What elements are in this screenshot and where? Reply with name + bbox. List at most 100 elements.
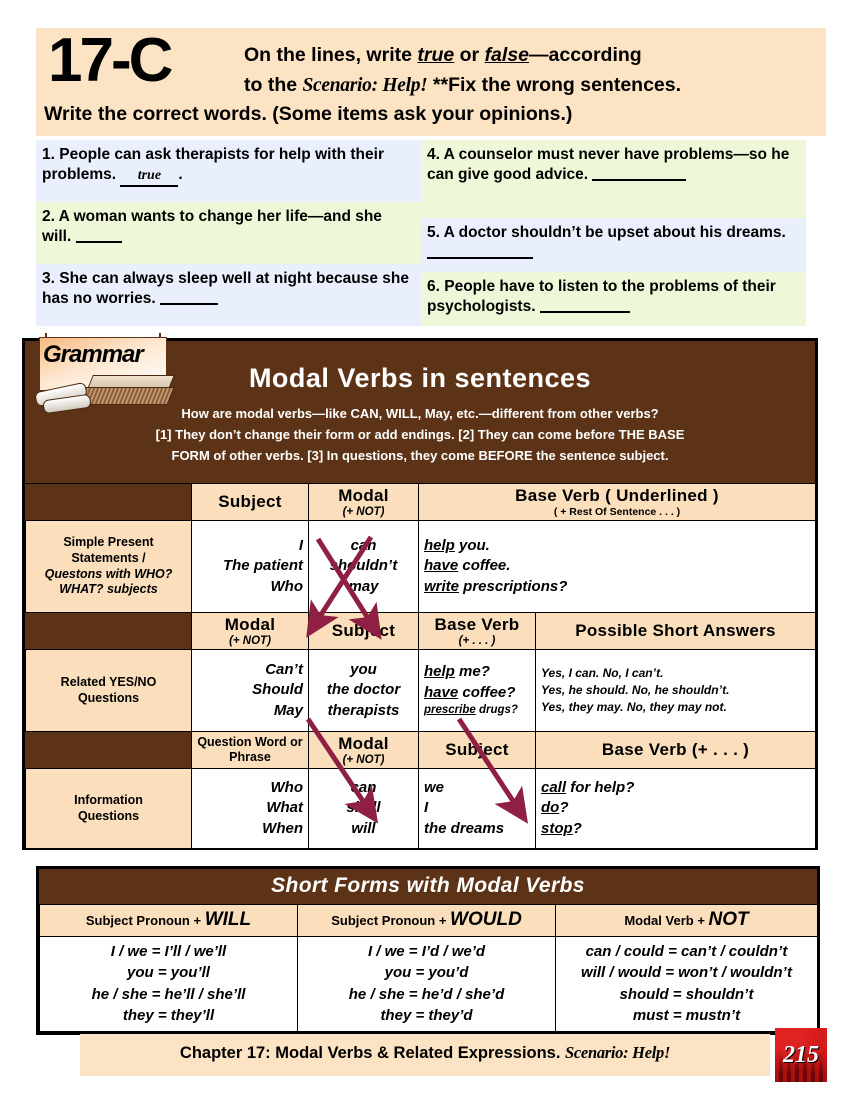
r2-baseverb-1-verb: help [424,663,455,681]
header-modal-2: Modal (+ NOT) [191,612,309,650]
header-modal-1-sub: (+ NOT) [342,506,385,518]
header-baseverb-2-label: Base Verb [434,615,520,634]
cell-modals-row1: can shouldn’t may [308,520,419,613]
r2-baseverb-3-verb: prescribe [424,703,476,716]
instruction-text-pre: On the lines, write [244,44,418,66]
r2-modal-3: May [273,701,303,719]
table-header-row-3: Question Word or Phrase Modal (+ NOT) Su… [25,731,817,769]
r2-baseverb-3: prescribe drugs? [424,703,530,719]
exercise-item-3[interactable]: 3. She can always sleep well at night be… [36,264,421,326]
exercise-6-answer-blank[interactable] [539,311,630,314]
sf-header-would-big: WOULD [450,909,522,930]
r2-subject-2: the doctor [326,681,401,699]
header-question-word-label: Question Word or Phrase [197,735,303,764]
r3-subject-2: I [424,799,429,817]
subject-2: The patient [222,557,303,575]
exercise-4-number: 4. [427,146,440,163]
sf-will-row-3: he / she = he’ll / she’ll [91,985,246,1003]
exercise-column-right: 4. A counselor must never have problems—… [421,140,806,326]
header-subject-2-label: Subject [331,621,396,640]
r2-subject-3: therapists [327,701,400,719]
exercise-5-answer-blank[interactable] [427,257,533,260]
baseverb-2-verb: have [424,557,459,575]
r3-subject-3: the dreams [424,819,505,837]
sf-would-row-2: you = you’d [384,964,469,982]
exercise-column-left: 1. People can ask therapists for help wi… [36,140,421,326]
row-label-yn-line-2: Questions [77,690,140,705]
page-number: 215 [783,1042,819,1068]
exercise-item-1[interactable]: 1. People can ask therapists for help wi… [36,140,421,202]
cell-short-answers: Yes, I can. No, I can’t. Yes, he should.… [534,649,817,732]
r3-modal-1: can [350,779,377,797]
exercise-4-answer-blank[interactable] [592,179,687,182]
grammar-intro-line-3: FORM of other verbs. [3] In questions, t… [171,448,669,464]
exercise-item-5[interactable]: 5. A doctor shouldn’t be upset about his… [421,218,806,272]
header-baseverb-1-label: Base Verb ( Underlined ) [515,486,719,505]
exercise-6-text: People have to listen to the problems of… [427,278,776,316]
r3-baseverb-3-verb: stop [541,819,573,837]
exercise-1-text: People can ask therapists for help with … [42,146,384,184]
sf-not-row-2: will / would = won’t / wouldn’t [581,964,792,982]
header-baseverb-1-sub: ( + Rest Of Sentence . . . ) [553,506,681,518]
exercise-5-number: 5. [427,224,440,241]
row-label-line-3: Questons with WHO? [44,566,173,581]
sf-header-will-big: WILL [204,909,252,930]
header-spacer-cell-3 [25,731,192,769]
header-spacer-cell-2 [25,612,192,650]
baseverb-3-rest: prescriptions? [459,577,568,595]
table-row-yes-no-questions: Related YES/NO Questions Can’t Should Ma… [25,649,817,732]
exercise-2-answer-blank[interactable] [75,241,122,244]
sf-header-not-big: NOT [708,909,749,930]
cell-subjects-row3: we I the dreams [418,768,536,849]
table-row-simple-present: Simple Present Statements / Questons wit… [25,520,817,613]
baseverb-2: have coffee. [424,556,810,576]
row-label-info-line-1: Information [74,792,143,807]
short-forms-header-row: Subject Pronoun + WILL Subject Pronoun +… [39,904,818,937]
instruction-line-2: to the Scenario: Help! **Fix the wrong s… [244,74,681,97]
exercise-1-answer[interactable]: true [120,167,179,188]
short-answer-1: Yes, I can. No, I can’t. [541,665,664,680]
r3-baseverb-3-rest: ? [572,819,582,837]
instruction-text-post: —according [529,44,642,66]
footer-scenario-text: Scenario: Help! [565,1043,671,1062]
table-header-row-1: Subject Modal (+ NOT) Base Verb ( Underl… [25,483,817,521]
cell-question-words: Who What When [191,768,309,849]
qword-1: Who [270,779,303,797]
exercise-item-4[interactable]: 4. A counselor must never have problems—… [421,140,806,218]
modal-verbs-table: Subject Modal (+ NOT) Base Verb ( Underl… [25,483,817,849]
exercise-3-number: 3. [42,270,55,287]
header-short-answers: Possible Short Answers [534,612,817,650]
header-modal-3: Modal (+ NOT) [308,731,419,769]
r2-modal-1: Can’t [265,661,303,679]
exercise-3-answer-blank[interactable] [160,303,219,306]
header-baseverb-2: Base Verb (+ . . . ) [418,612,536,650]
baseverb-2-rest: coffee. [458,557,511,575]
qword-3: When [262,819,303,837]
header-baseverb-3: Base Verb (+ . . . ) [534,731,817,769]
header-modal-1: Modal (+ NOT) [308,483,419,521]
grammar-logo-label: Grammar [43,341,144,368]
exercise-item-6[interactable]: 6. People have to listen to the problems… [421,272,806,326]
modal-3: may [348,577,379,595]
row-label-line-4: WHAT? subjects [59,582,158,597]
header-baseverb-3-label: Base Verb (+ . . . ) [601,740,750,759]
r2-baseverb-1-rest: me? [454,663,490,681]
short-forms-box: Short Forms with Modal Verbs Subject Pro… [36,866,820,1036]
sf-column-not: can / could = can’t / couldn’t will / wo… [555,935,818,1033]
grammar-box: Modal Verbs in sentences How are modal v… [22,333,818,850]
sf-would-row-4: they = they’d [380,1006,473,1024]
header-modal-1-label: Modal [338,486,389,505]
row-label-simple-present: Simple Present Statements / Questons wit… [25,520,192,613]
header-spacer-cell [25,483,192,521]
header-baseverb-1: Base Verb ( Underlined ) ( + Rest Of Sen… [417,483,817,521]
sf-header-would: Subject Pronoun + WOULD [297,904,556,937]
instruction-line-3: Write the correct words. (Some items ask… [44,103,573,125]
r3-baseverb-1-rest: for help? [566,779,635,797]
exercise-item-2[interactable]: 2. A woman wants to change her life—and … [36,202,421,264]
header-baseverb-2-sub: (+ . . . ) [458,635,496,647]
sf-header-not: Modal Verb + NOT [555,904,818,937]
cell-baseverbs-row2: help me? have coffee? prescribe drugs? [418,649,536,732]
sf-will-row-4: they = they’ll [122,1006,215,1024]
sf-header-not-small: Modal Verb [624,913,694,928]
sf-header-will-small: Subject Pronoun [85,913,190,928]
